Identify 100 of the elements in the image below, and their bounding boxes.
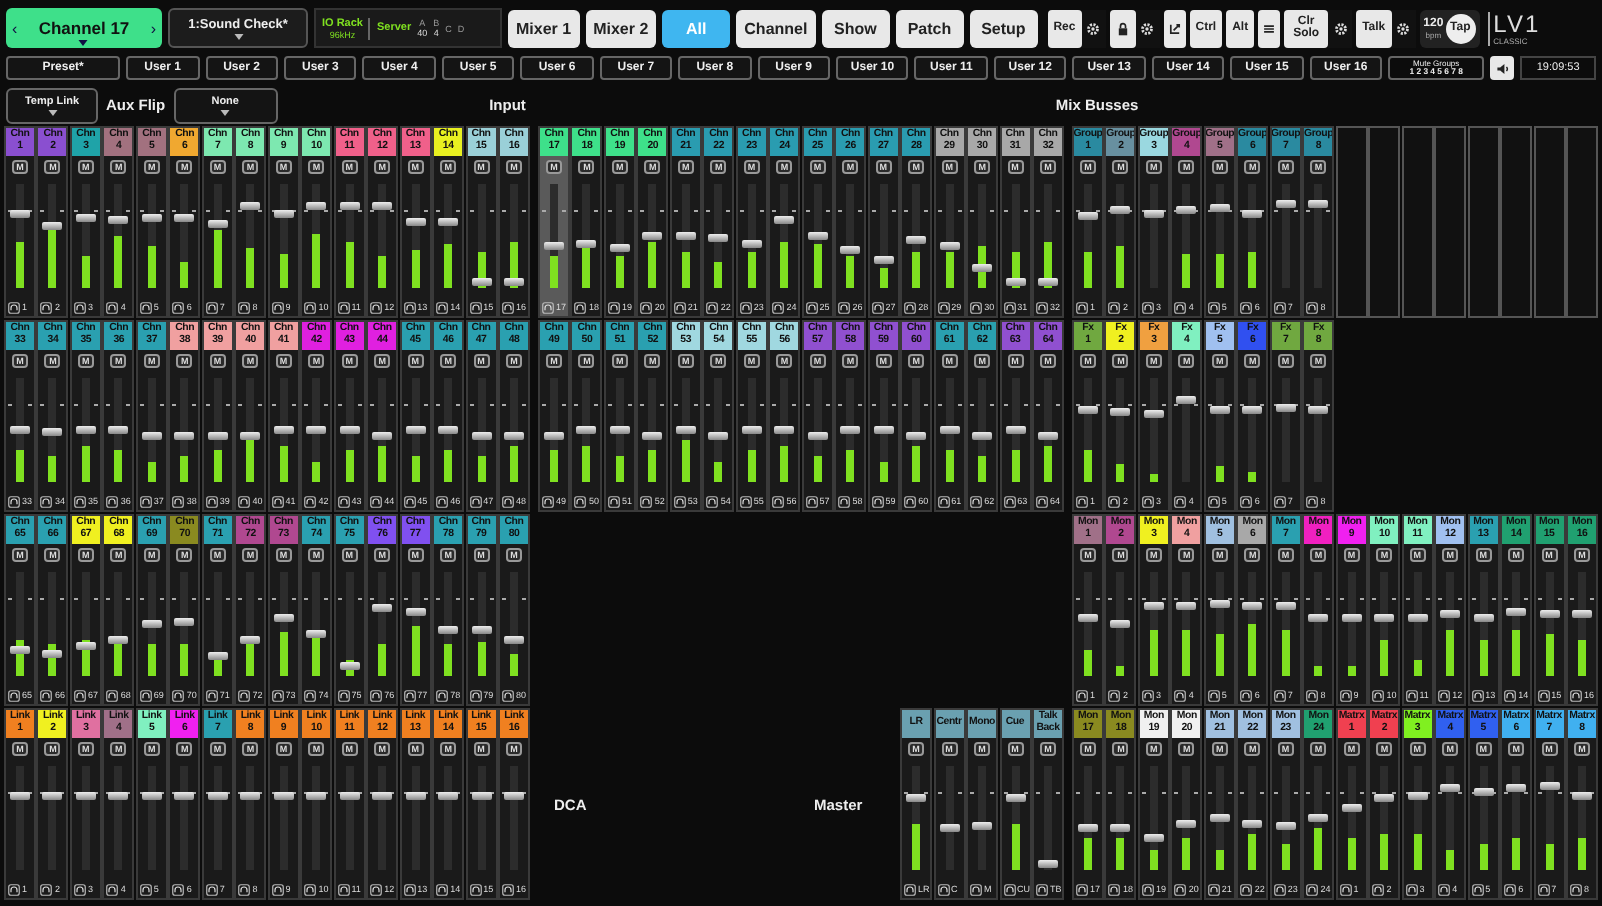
headphones-icon[interactable] <box>8 301 20 313</box>
fader-handle[interactable] <box>504 791 525 800</box>
view-tab[interactable]: Mixer 2 <box>585 9 657 47</box>
fader-handle[interactable] <box>873 426 894 434</box>
headphones-icon[interactable] <box>1273 301 1286 313</box>
fader-handle[interactable] <box>339 661 360 670</box>
headphones-icon[interactable] <box>1108 883 1121 895</box>
headphones-icon[interactable] <box>238 495 251 507</box>
fader-handle[interactable] <box>9 426 30 434</box>
fader-handle[interactable] <box>807 431 828 440</box>
headphones-icon[interactable] <box>607 301 620 313</box>
headphones-icon[interactable] <box>1076 301 1088 313</box>
headphones-icon[interactable] <box>1036 883 1048 895</box>
fader-handle[interactable] <box>9 791 30 800</box>
headphones-icon[interactable] <box>1240 883 1253 895</box>
fader-handle[interactable] <box>1110 407 1131 416</box>
headphones-icon[interactable] <box>436 301 449 313</box>
headphones-icon[interactable] <box>205 689 218 701</box>
headphones-icon[interactable] <box>238 883 251 895</box>
headphones-icon[interactable] <box>8 689 20 701</box>
headphones-icon[interactable] <box>1003 883 1015 895</box>
headphones-icon[interactable] <box>106 301 119 313</box>
headphones-icon[interactable] <box>542 495 554 507</box>
headphones-icon[interactable] <box>1306 689 1319 701</box>
fader-handle[interactable] <box>1077 824 1098 833</box>
fader-handle[interactable] <box>1209 405 1230 414</box>
fader-handle[interactable] <box>675 232 696 240</box>
headphones-icon[interactable] <box>73 301 86 313</box>
headphones-icon[interactable] <box>1003 301 1016 313</box>
headphones-icon[interactable] <box>238 689 251 701</box>
fader-handle[interactable] <box>1176 601 1197 610</box>
headphones-icon[interactable] <box>40 301 53 313</box>
headphones-icon[interactable] <box>871 301 884 313</box>
fader-handle[interactable] <box>1308 614 1329 623</box>
fader-handle[interactable] <box>1473 614 1494 623</box>
headphones-icon[interactable] <box>1207 301 1220 313</box>
fader-handle[interactable] <box>1143 834 1164 843</box>
headphones-icon[interactable] <box>838 301 851 313</box>
headphones-icon[interactable] <box>502 301 515 313</box>
headphones-icon[interactable] <box>271 883 284 895</box>
fader-handle[interactable] <box>405 217 426 226</box>
headphones-icon[interactable] <box>1438 883 1451 895</box>
fader-handle[interactable] <box>1407 614 1428 623</box>
headphones-icon[interactable] <box>772 495 785 507</box>
headphones-icon[interactable] <box>271 689 284 701</box>
fader-handle[interactable] <box>1506 784 1527 793</box>
fader-handle[interactable] <box>306 630 327 639</box>
fader-handle[interactable] <box>42 791 63 800</box>
fader-handle[interactable] <box>840 245 861 254</box>
headphones-icon[interactable] <box>1174 689 1187 701</box>
fader-handle[interactable] <box>1572 791 1593 800</box>
headphones-icon[interactable] <box>73 883 86 895</box>
settings-button[interactable] <box>1391 9 1416 47</box>
headphones-icon[interactable] <box>370 301 383 313</box>
fader-handle[interactable] <box>1005 426 1026 434</box>
headphones-icon[interactable] <box>139 495 152 507</box>
headphones-icon[interactable] <box>1306 495 1319 507</box>
fader-handle[interactable] <box>141 791 162 800</box>
fader-handle[interactable] <box>972 263 993 272</box>
fader-handle[interactable] <box>207 651 228 660</box>
headphones-icon[interactable] <box>1108 301 1121 313</box>
headphones-icon[interactable] <box>502 883 515 895</box>
fader-handle[interactable] <box>240 791 261 800</box>
headphones-icon[interactable] <box>673 301 686 313</box>
fader-handle[interactable] <box>1506 607 1527 616</box>
headphones-icon[interactable] <box>640 495 653 507</box>
headphones-icon[interactable] <box>1405 689 1418 701</box>
fader-handle[interactable] <box>1176 819 1197 828</box>
fader-handle[interactable] <box>939 824 959 833</box>
fader-handle[interactable] <box>141 431 162 440</box>
fader-handle[interactable] <box>1374 793 1395 802</box>
fader-handle[interactable] <box>1341 803 1362 812</box>
fader-handle[interactable] <box>1209 599 1230 608</box>
headphones-icon[interactable] <box>436 689 449 701</box>
fader-handle[interactable] <box>708 431 729 440</box>
fader-handle[interactable] <box>240 635 261 644</box>
fader-handle[interactable] <box>339 791 360 800</box>
headphones-icon[interactable] <box>73 689 86 701</box>
fader-handle[interactable] <box>1005 793 1025 802</box>
fader-handle[interactable] <box>42 221 63 230</box>
fader-handle[interactable] <box>1242 819 1263 828</box>
headphones-icon[interactable] <box>1504 883 1517 895</box>
headphones-icon[interactable] <box>40 883 53 895</box>
headphones-icon[interactable] <box>805 495 818 507</box>
fader-handle[interactable] <box>1143 409 1164 418</box>
fader-handle[interactable] <box>543 242 564 251</box>
view-tab[interactable]: Setup <box>969 9 1038 47</box>
headphones-icon[interactable] <box>937 495 950 507</box>
headphones-icon[interactable] <box>73 495 86 507</box>
fader-handle[interactable] <box>207 431 228 440</box>
headphones-icon[interactable] <box>172 689 185 701</box>
headphones-icon[interactable] <box>904 883 916 895</box>
fader-handle[interactable] <box>675 426 696 434</box>
fader-handle[interactable] <box>906 235 927 244</box>
fader-handle[interactable] <box>576 426 597 434</box>
fader-handle[interactable] <box>1209 814 1230 822</box>
fader-handle[interactable] <box>774 426 795 434</box>
headphones-icon[interactable] <box>205 301 218 313</box>
view-tab[interactable]: Mixer 1 <box>508 9 580 47</box>
headphones-icon[interactable] <box>607 495 620 507</box>
